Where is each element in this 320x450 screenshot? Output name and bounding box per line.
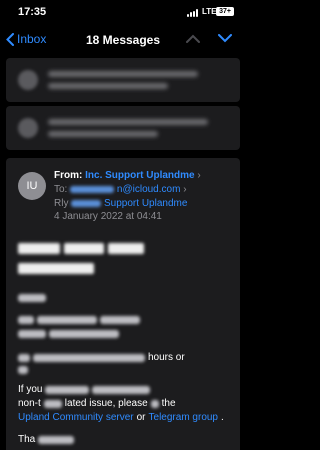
chevron-right-icon: › [197, 170, 201, 181]
greeting-line [18, 294, 46, 302]
reply-to-row[interactable]: Rly Support Uplandme [54, 198, 187, 209]
sender-avatar [18, 118, 38, 138]
redacted-text [48, 119, 208, 125]
telegram-group-link[interactable]: Telegram group [149, 412, 218, 423]
collapsed-message[interactable] [6, 58, 240, 102]
network-label: LTE [202, 7, 217, 16]
chevron-right-icon: › [183, 184, 187, 195]
next-message-icon[interactable] [218, 34, 232, 43]
redacted-text [71, 199, 102, 207]
collapsed-message[interactable] [6, 106, 240, 150]
message-subject [18, 240, 232, 280]
to-row[interactable]: To: n@icloud.com › [54, 184, 187, 195]
recipient-address[interactable]: n@icloud.com [117, 184, 181, 195]
message-date: 4 January 2022 at 04:41 [54, 211, 162, 222]
previous-message-icon[interactable] [186, 34, 200, 43]
redacted-text [48, 71, 198, 77]
nav-bar: Inbox 18 Messages [0, 28, 246, 54]
body-line [18, 316, 140, 324]
signal-icon [187, 9, 199, 17]
redacted-text [48, 83, 168, 89]
redacted-text [70, 185, 115, 193]
status-bar: 17:35 LTE 37+ [0, 0, 246, 22]
message-card: IU From: Inc. Support Uplandme › To: n@i… [6, 158, 240, 450]
body-line [18, 366, 28, 374]
status-time: 17:35 [18, 6, 47, 18]
avatar: IU [18, 172, 46, 200]
redacted-text [48, 131, 158, 137]
body-line: non-t lated issue, please the [18, 398, 176, 409]
reply-to-name[interactable]: Support Uplandme [104, 198, 187, 209]
page-title: 18 Messages [85, 33, 161, 47]
from-row[interactable]: From: Inc. Support Uplandme › [54, 170, 201, 181]
body-line [18, 330, 119, 338]
body-line: hours or [18, 352, 185, 363]
body-line: Upland Community server or Telegram grou… [18, 412, 224, 423]
sender-name[interactable]: Inc. Support Uplandme [85, 170, 194, 181]
body-line: Tha [18, 434, 75, 445]
battery-icon: 37+ [216, 7, 234, 16]
community-server-link[interactable]: Upland Community server [18, 412, 134, 423]
sender-avatar [18, 70, 38, 90]
body-line: If you [18, 384, 151, 395]
